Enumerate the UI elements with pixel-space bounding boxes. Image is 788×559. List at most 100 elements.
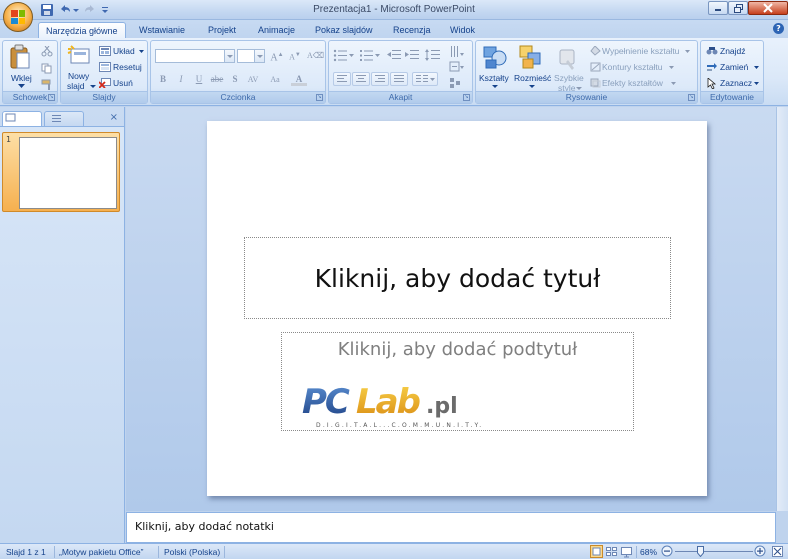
- layout-label[interactable]: Układ: [113, 46, 135, 56]
- columns-button[interactable]: [412, 72, 438, 86]
- shape-fill-dropdown-icon[interactable]: [685, 50, 690, 53]
- slide-thumbnail[interactable]: [19, 137, 117, 209]
- paste-label[interactable]: Wklej: [11, 73, 32, 83]
- select-dropdown-icon[interactable]: [754, 82, 759, 85]
- paragraph-launcher-icon[interactable]: ↘: [463, 94, 470, 101]
- tab-review[interactable]: Recenzja: [386, 22, 438, 39]
- font-size-dropdown-icon[interactable]: [254, 50, 264, 62]
- fit-to-window-icon[interactable]: [771, 545, 784, 558]
- shape-effects-icon[interactable]: [590, 78, 601, 88]
- language-indicator[interactable]: Polski (Polska): [164, 547, 220, 557]
- font-size-combo[interactable]: [237, 49, 265, 63]
- font-family-dropdown-icon[interactable]: [224, 50, 234, 62]
- clipboard-launcher-icon[interactable]: ↘: [48, 94, 55, 101]
- find-label[interactable]: Znajdź: [720, 46, 746, 56]
- tab-outline[interactable]: [44, 111, 84, 126]
- numbering-icon[interactable]: [359, 49, 381, 62]
- find-icon[interactable]: [706, 46, 718, 56]
- italic-icon[interactable]: I: [173, 73, 189, 86]
- shape-effects-label[interactable]: Efekty kształtów: [602, 78, 663, 88]
- close-window-button[interactable]: [748, 1, 788, 15]
- layout-icon[interactable]: [99, 46, 111, 56]
- slide-thumbnail-item[interactable]: 1: [2, 132, 120, 212]
- reset-label[interactable]: Resetuj: [113, 62, 142, 72]
- minimize-button[interactable]: [708, 1, 728, 15]
- shapes-icon[interactable]: [482, 44, 508, 70]
- justify-button[interactable]: [390, 72, 408, 86]
- shape-outline-dropdown-icon[interactable]: [669, 66, 674, 69]
- zoom-level[interactable]: 68%: [640, 547, 657, 557]
- character-spacing-icon[interactable]: AV: [245, 73, 261, 86]
- slideshow-view-icon[interactable]: [620, 545, 633, 558]
- align-left-button[interactable]: [333, 72, 351, 86]
- normal-view-icon[interactable]: [590, 545, 603, 558]
- arrange-icon[interactable]: [518, 44, 544, 70]
- bold-icon[interactable]: B: [155, 73, 171, 86]
- tab-slides[interactable]: [2, 111, 42, 126]
- decrease-indent-icon[interactable]: [387, 49, 401, 62]
- shape-outline-label[interactable]: Kontury kształtu: [602, 62, 662, 72]
- arrange-label[interactable]: Rozmieść: [514, 73, 551, 83]
- zoom-out-icon[interactable]: [661, 545, 673, 557]
- line-spacing-icon[interactable]: [425, 49, 441, 62]
- font-launcher-icon[interactable]: ↘: [316, 94, 323, 101]
- layout-dropdown-icon[interactable]: [139, 50, 144, 53]
- paste-icon[interactable]: [9, 44, 31, 70]
- shape-outline-icon[interactable]: [590, 62, 601, 72]
- change-case-icon[interactable]: Aa: [267, 73, 283, 86]
- tab-slideshow[interactable]: Pokaz slajdów: [308, 22, 380, 39]
- zoom-in-icon[interactable]: [754, 545, 766, 557]
- new-slide-icon[interactable]: [67, 44, 93, 68]
- pclab-logo[interactable]: PC Lab .pl D.I.G.I.T.A.L...C.O.M.M.U.N.I…: [302, 379, 492, 431]
- zoom-slider-track[interactable]: [675, 551, 753, 552]
- shape-effects-dropdown-icon[interactable]: [671, 82, 676, 85]
- zoom-slider-thumb[interactable]: [697, 546, 704, 557]
- replace-dropdown-icon[interactable]: [754, 66, 759, 69]
- vertical-scrollbar[interactable]: [776, 107, 788, 511]
- select-icon[interactable]: [706, 78, 718, 89]
- text-direction-icon[interactable]: [449, 45, 465, 59]
- new-slide-dropdown-icon[interactable]: [90, 85, 96, 89]
- notes-pane[interactable]: Kliknij, aby dodać notatki: [126, 512, 776, 543]
- shape-fill-icon[interactable]: [590, 46, 601, 56]
- new-slide-label-1[interactable]: Nowy: [68, 71, 89, 81]
- font-family-combo[interactable]: [155, 49, 235, 63]
- quick-styles-icon[interactable]: [556, 46, 580, 72]
- new-slide-label-2[interactable]: slajd: [67, 81, 84, 91]
- cut-icon[interactable]: [41, 46, 53, 57]
- theme-name[interactable]: „Motyw pakietu Office”: [59, 547, 143, 557]
- shapes-label[interactable]: Kształty: [479, 73, 509, 83]
- tab-animations[interactable]: Animacje: [251, 22, 302, 39]
- restore-button[interactable]: [728, 1, 748, 15]
- underline-icon[interactable]: U: [191, 73, 207, 86]
- text-shadow-icon[interactable]: S: [227, 73, 243, 86]
- align-text-icon[interactable]: [449, 61, 465, 73]
- bullets-icon[interactable]: [333, 49, 355, 62]
- copy-icon[interactable]: [41, 63, 53, 74]
- font-color-icon[interactable]: A: [291, 73, 307, 86]
- close-panel-icon[interactable]: ×: [110, 112, 118, 123]
- convert-to-smartart-icon[interactable]: [449, 77, 465, 89]
- slide-sorter-icon[interactable]: [605, 545, 618, 558]
- strikethrough-icon[interactable]: abe: [209, 73, 225, 86]
- paste-dropdown-icon[interactable]: [18, 84, 25, 89]
- shapes-dropdown-icon[interactable]: [492, 85, 498, 89]
- grow-font-icon[interactable]: A▲: [269, 49, 285, 63]
- shrink-font-icon[interactable]: A▼: [287, 49, 303, 62]
- format-painter-icon[interactable]: [41, 79, 53, 90]
- replace-label[interactable]: Zamień: [720, 62, 748, 72]
- replace-icon[interactable]: [706, 62, 718, 72]
- title-placeholder[interactable]: Kliknij, aby dodać tytuł: [244, 237, 671, 319]
- align-right-button[interactable]: [371, 72, 389, 86]
- clear-formatting-icon[interactable]: A⌫: [307, 49, 324, 62]
- slide-canvas[interactable]: Kliknij, aby dodać tytuł Kliknij, aby do…: [207, 121, 707, 496]
- shape-fill-label[interactable]: Wypełnienie kształtu: [602, 46, 679, 56]
- tab-insert[interactable]: Wstawianie: [132, 22, 192, 39]
- tab-view[interactable]: Widok: [443, 22, 482, 39]
- reset-icon[interactable]: [99, 62, 111, 72]
- tab-design[interactable]: Projekt: [201, 22, 243, 39]
- align-center-button[interactable]: [352, 72, 370, 86]
- drawing-launcher-icon[interactable]: ↘: [688, 94, 695, 101]
- increase-indent-icon[interactable]: [405, 49, 419, 62]
- help-icon[interactable]: ?: [773, 23, 784, 34]
